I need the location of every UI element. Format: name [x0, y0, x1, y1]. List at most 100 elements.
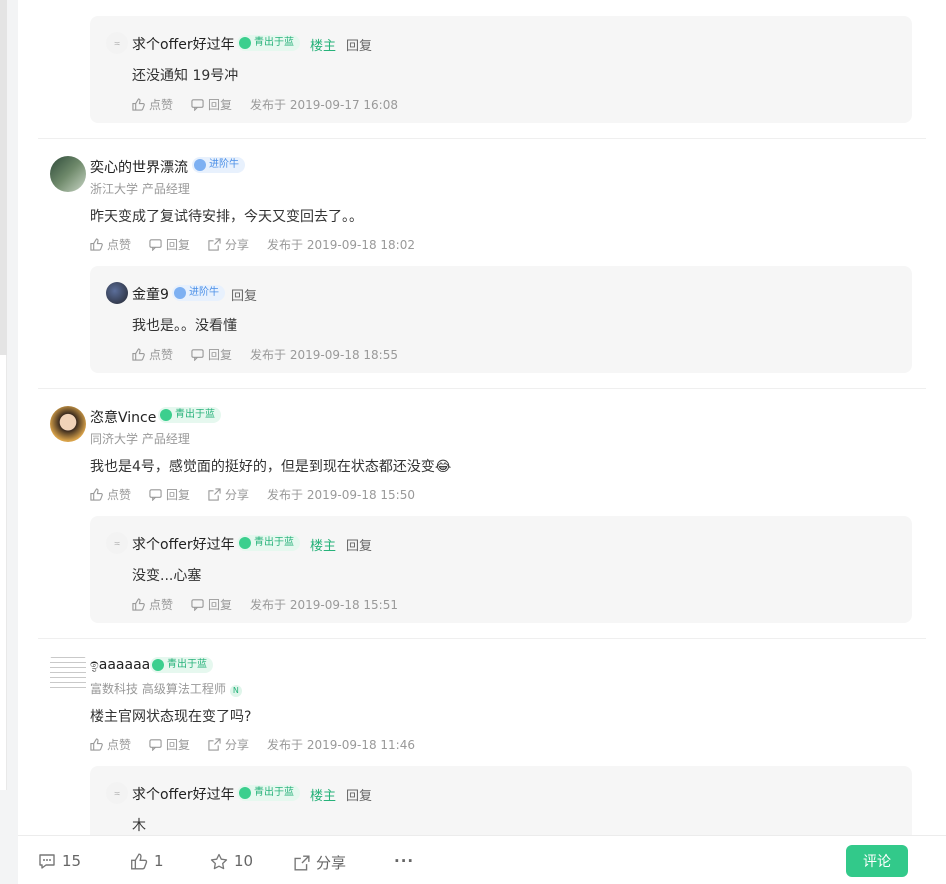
badge-icon: [239, 787, 251, 799]
comment-actions: 点赞 回复 分享 发布于 2019-09-18 18:02: [90, 236, 415, 253]
reply-box: 金童9 进阶牛 回复 我也是。。没看懂 点赞 回复 发布于 2019-09-18…: [90, 266, 912, 373]
reply-actions: 点赞 回复 发布于 2019-09-18 15:51: [132, 596, 398, 613]
share-button[interactable]: 分享: [294, 852, 346, 873]
svg-text:≍: ≍: [114, 539, 121, 548]
comment-actions: 点赞 回复 分享 发布于 2019-09-18 15:50: [90, 486, 415, 503]
like-button[interactable]: 点赞: [132, 96, 173, 113]
share-button[interactable]: 分享: [208, 736, 249, 753]
divider: [38, 138, 926, 139]
like-label: 点赞: [149, 98, 174, 112]
badge-label: 青出于蓝: [167, 659, 207, 670]
school-label: 富数科技 高级算法工程师: [90, 682, 226, 696]
timestamp: 发布于 2019-09-17 16:08: [250, 98, 398, 112]
reply-box: ≍ 求个offer好过年 青出于蓝 楼主 回复 还没通知 19号冲 点赞 回复 …: [90, 16, 912, 123]
favorite-count-button[interactable]: 10: [210, 852, 253, 870]
comment-count-button[interactable]: 15: [38, 852, 81, 870]
share-button[interactable]: 分享: [208, 486, 249, 503]
comment-icon: [149, 489, 162, 501]
reply-content: 没变...心塞: [132, 568, 202, 584]
thumb-up-icon: [132, 348, 145, 361]
avatar[interactable]: ≍: [106, 32, 128, 54]
share-label: 分享: [225, 488, 250, 502]
reply-button[interactable]: 回复: [346, 535, 372, 554]
reply-author-name[interactable]: 金童9: [132, 284, 169, 304]
divider: [38, 638, 926, 639]
avatar[interactable]: ≍: [106, 782, 128, 804]
reply-actions: 点赞 回复 发布于 2019-09-17 16:08: [132, 96, 398, 113]
comment-icon: [149, 239, 162, 251]
timestamp: 发布于 2019-09-18 15:50: [267, 488, 415, 502]
like-button[interactable]: 点赞: [132, 596, 173, 613]
share-icon: [208, 738, 221, 751]
level-badge: 青出于蓝: [237, 535, 300, 551]
timestamp: 发布于 2019-09-18 11:46: [267, 738, 415, 752]
badge-icon: [174, 287, 186, 299]
timestamp: 发布于 2019-09-18 18:55: [250, 348, 398, 362]
avatar[interactable]: [50, 406, 86, 442]
avatar[interactable]: [50, 656, 86, 692]
left-rail: [0, 0, 7, 790]
author-school: 富数科技 高级算法工程师 N: [90, 680, 242, 697]
comment-content: 楼主官网状态现在变了吗?: [90, 709, 252, 725]
like-button[interactable]: 点赞: [90, 236, 131, 253]
reply-action-button[interactable]: 回复: [191, 346, 232, 363]
level-badge: 青出于蓝: [158, 407, 221, 423]
like-button[interactable]: 点赞: [90, 736, 131, 753]
reply-label: 回复: [208, 348, 233, 362]
comment-button[interactable]: 评论: [846, 845, 908, 877]
author-name[interactable]: 恣意Vince: [90, 407, 156, 427]
left-rail-shade: [0, 0, 7, 355]
reply-label: 回复: [208, 98, 233, 112]
like-count-button[interactable]: 1: [130, 852, 164, 870]
comment-actions: 点赞 回复 分享 发布于 2019-09-18 11:46: [90, 736, 415, 753]
avatar[interactable]: [50, 156, 86, 192]
reply-action-button[interactable]: 回复: [149, 736, 190, 753]
author-name[interactable]: ඉaaaaaa: [90, 657, 150, 673]
comment-list: ≍ 求个offer好过年 青出于蓝 楼主 回复 还没通知 19号冲 点赞 回复 …: [18, 0, 946, 884]
badge-label: 青出于蓝: [254, 37, 294, 48]
like-button[interactable]: 点赞: [90, 486, 131, 503]
reply-button[interactable]: 回复: [346, 785, 372, 804]
badge-icon: [152, 659, 164, 671]
like-label: 点赞: [149, 348, 174, 362]
avatar[interactable]: ≍: [106, 532, 128, 554]
thumb-up-icon: [90, 738, 103, 751]
level-badge: 青出于蓝: [237, 785, 300, 801]
timestamp: 发布于 2019-09-18 15:51: [250, 598, 398, 612]
level-badge: 青出于蓝: [150, 657, 213, 673]
reply-author-name[interactable]: 求个offer好过年: [132, 784, 235, 804]
like-label: 点赞: [107, 238, 132, 252]
badge-icon: [239, 37, 251, 49]
reply-button[interactable]: 回复: [231, 285, 257, 304]
reply-action-button[interactable]: 回复: [191, 596, 232, 613]
level-badge: 进阶牛: [172, 285, 225, 301]
reply-action-button[interactable]: 回复: [149, 486, 190, 503]
reply-author-name[interactable]: 求个offer好过年: [132, 534, 235, 554]
level-badge: 青出于蓝: [237, 35, 300, 51]
author-name[interactable]: 奕心的世界漂流: [90, 157, 188, 177]
reply-label: 回复: [166, 488, 191, 502]
comment-icon: [191, 99, 204, 111]
reply-box: ≍ 求个offer好过年 青出于蓝 楼主 回复 木: [90, 766, 912, 846]
reply-actions: 点赞 回复 发布于 2019-09-18 18:55: [132, 346, 398, 363]
reply-label: 回复: [166, 238, 191, 252]
more-icon[interactable]: ···: [394, 852, 414, 870]
badge-label: 青出于蓝: [254, 537, 294, 548]
comment-icon: [191, 599, 204, 611]
reply-button[interactable]: 回复: [346, 35, 372, 54]
like-button[interactable]: 点赞: [132, 346, 173, 363]
level-badge: 进阶牛: [192, 157, 245, 173]
share-button[interactable]: 分享: [208, 236, 249, 253]
avatar[interactable]: [106, 282, 128, 304]
reply-action-button[interactable]: 回复: [149, 236, 190, 253]
like-label: 点赞: [149, 598, 174, 612]
thumb-up-icon: [132, 98, 145, 111]
comment-icon: [149, 739, 162, 751]
favorite-count: 10: [234, 852, 254, 870]
bottom-action-bar: 15 1 10 分享 ··· 评论: [18, 835, 946, 884]
badge-label: 进阶牛: [209, 159, 239, 170]
comment-content: 昨天变成了复试待安排，今天又变回去了。。: [90, 209, 363, 225]
author-school: 同济大学 产品经理: [90, 432, 190, 446]
reply-action-button[interactable]: 回复: [191, 96, 232, 113]
reply-author-name[interactable]: 求个offer好过年: [132, 34, 235, 54]
